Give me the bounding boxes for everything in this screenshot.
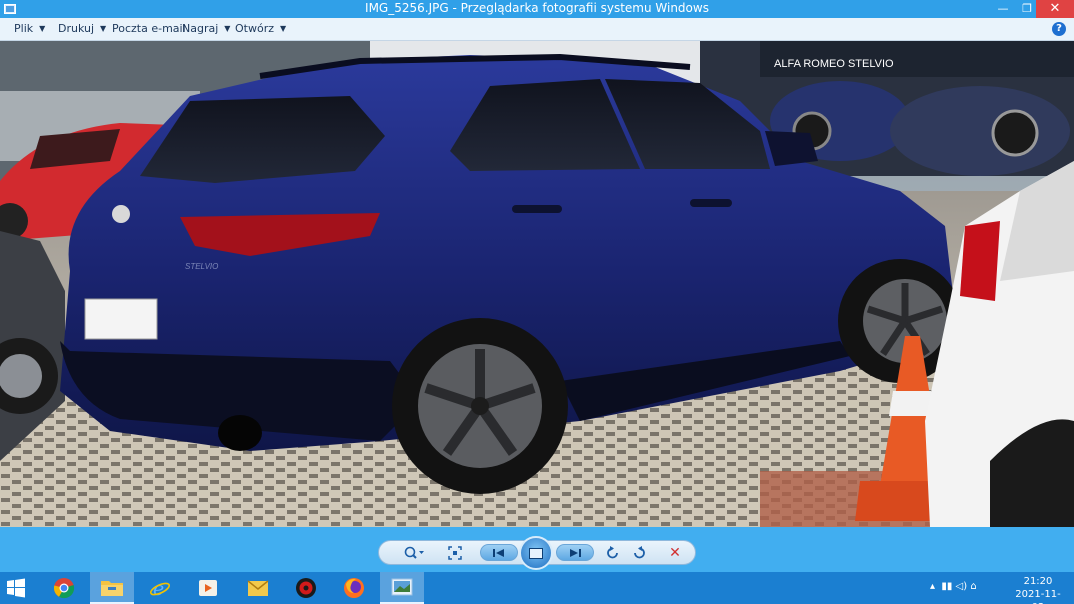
rotate-clockwise-icon[interactable] bbox=[628, 545, 650, 561]
chevron-down-icon: ▼ bbox=[100, 24, 107, 33]
slideshow-button[interactable] bbox=[519, 536, 553, 570]
clock[interactable]: 21:20 2021-11-02 bbox=[1010, 575, 1066, 604]
previous-button[interactable] bbox=[480, 544, 518, 561]
menu-open[interactable]: Otwórz ▼ bbox=[235, 22, 286, 35]
car-photo: ALFA ROMEO STELVIO STELVIO bbox=[0, 41, 1074, 527]
help-icon[interactable]: ? bbox=[1052, 22, 1066, 36]
system-tray[interactable]: ▴ ▮▮ ◁) ⌂ bbox=[930, 581, 977, 592]
next-button[interactable] bbox=[556, 544, 594, 561]
zoom-icon[interactable] bbox=[400, 545, 428, 561]
taskbar: e ▴ ▮▮ ◁) ⌂ 21:20 2021-11-02 bbox=[0, 572, 1074, 604]
clock-date: 2021-11-02 bbox=[1015, 589, 1061, 604]
close-button[interactable]: ✕ bbox=[1036, 0, 1074, 18]
photo-viewer-taskbar-icon[interactable] bbox=[380, 572, 424, 604]
previous-icon bbox=[493, 548, 504, 557]
internet-explorer-icon[interactable]: e bbox=[138, 572, 182, 604]
media-player-icon[interactable] bbox=[186, 572, 230, 604]
windows-start-icon[interactable] bbox=[6, 578, 26, 598]
title-bar: IMG_5256.JPG - Przeglądarka fotografii s… bbox=[0, 0, 1074, 18]
mail-icon[interactable] bbox=[236, 572, 280, 604]
chevron-down-icon: ▼ bbox=[280, 24, 287, 33]
chrome-icon[interactable] bbox=[42, 572, 86, 604]
chevron-down-icon: ▼ bbox=[39, 24, 46, 33]
record-icon[interactable] bbox=[284, 572, 328, 604]
chevron-down-icon: ▼ bbox=[224, 24, 231, 33]
clock-time: 21:20 bbox=[1023, 576, 1053, 587]
delete-icon[interactable]: ✕ bbox=[664, 545, 686, 561]
file-explorer-icon[interactable] bbox=[90, 572, 134, 604]
rotate-counterclockwise-icon[interactable] bbox=[602, 545, 624, 561]
next-icon bbox=[570, 548, 581, 557]
car-badge-text: STELVIO bbox=[185, 262, 218, 271]
photo-canvas[interactable]: ALFA ROMEO STELVIO STELVIO bbox=[0, 41, 1074, 527]
menu-bar: Plik ▼ Drukuj ▼ Poczta e-mail Nagraj ▼ Otwó… bbox=[0, 18, 1074, 41]
license-plate-blurred bbox=[84, 298, 158, 340]
menu-file[interactable]: Plik ▼ bbox=[14, 22, 45, 35]
actual-size-icon[interactable] bbox=[444, 545, 466, 561]
firefox-icon[interactable] bbox=[332, 572, 376, 604]
dealership-sign: ALFA ROMEO STELVIO bbox=[774, 58, 894, 70]
slideshow-icon bbox=[529, 547, 543, 559]
menu-print[interactable]: Drukuj ▼ bbox=[58, 22, 106, 35]
minimize-button[interactable]: — bbox=[990, 0, 1016, 18]
window-title: IMG_5256.JPG - Przeglądarka fotografii s… bbox=[365, 1, 709, 15]
menu-burn[interactable]: Nagraj ▼ bbox=[182, 22, 230, 35]
menu-email[interactable]: Poczta e-mail bbox=[112, 22, 186, 35]
svg-text:e: e bbox=[153, 578, 164, 599]
